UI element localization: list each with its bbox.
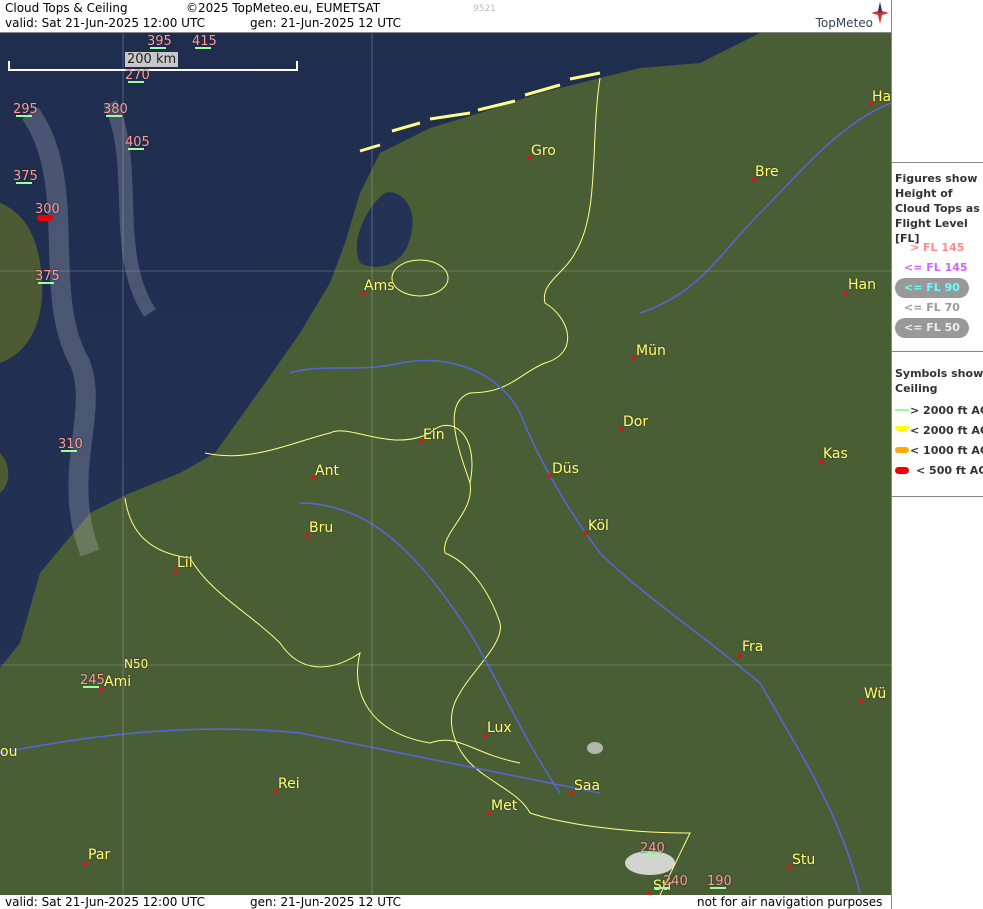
legend-ceiling-item: < 500 ft AGL (916, 464, 983, 477)
legend-tops-item: <= FL 50 (904, 321, 960, 334)
city-label[interactable]: Met (491, 798, 517, 814)
city-label[interactable]: Saa (574, 778, 600, 794)
scale-label: 200 km (125, 52, 179, 67)
city-label[interactable]: Köl (588, 518, 609, 534)
legend-tops-item: <= FL 90 (904, 281, 960, 294)
map-header: Cloud Tops & Ceiling ©2025 TopMeteo.eu, … (0, 0, 891, 33)
city-label[interactable]: ou (0, 744, 17, 760)
topmeteo-logo: TopMeteo (815, 16, 873, 30)
city-label[interactable]: Ha (872, 89, 891, 105)
city-label[interactable]: Ant (315, 463, 339, 479)
city-label[interactable]: Ein (423, 427, 445, 443)
ceiling-symbol (710, 887, 726, 889)
valid-time: valid: Sat 21-Jun-2025 12:00 UTC (5, 16, 205, 30)
ceiling-symbol (195, 47, 211, 49)
map-title: Cloud Tops & Ceiling (5, 1, 128, 15)
legend-tops-item: > FL 145 (910, 241, 965, 254)
map-background (0, 33, 891, 895)
ceiling-symbol (61, 450, 77, 452)
ceiling-symbol (83, 686, 99, 688)
generation-time: gen: 21-Jun-2025 12 UTC (250, 16, 402, 30)
ceiling-symbol (643, 854, 659, 856)
legend-tops-item: <= FL 145 (904, 261, 968, 274)
ceiling-symbol (106, 115, 122, 117)
copyright-text: ©2025 TopMeteo.eu, EUMETSAT (186, 1, 381, 15)
map-footer: valid: Sat 21-Jun-2025 12:00 UTC gen: 21… (0, 895, 891, 909)
city-label[interactable]: Gro (531, 143, 556, 159)
city-label[interactable]: Fra (742, 639, 763, 655)
city-label[interactable]: Bre (755, 164, 779, 180)
city-label[interactable]: Han (848, 277, 876, 293)
ceiling-symbol (128, 81, 144, 83)
footer-generation-time: gen: 21-Jun-2025 12 UTC (250, 895, 402, 909)
city-label[interactable]: Bru (309, 520, 333, 536)
legend-tops-title: Figures show Height of Cloud Tops as Fli… (895, 172, 980, 245)
ceiling-symbol (37, 215, 53, 221)
legend-ceiling-item: < 1000 ft AGL (910, 444, 983, 457)
ceiling-symbol (38, 282, 54, 284)
city-marker (859, 700, 863, 704)
satellite-map[interactable]: 200 km N50 Ha Gro Bre Ams Han Mün Ein Do… (0, 33, 891, 895)
legend-divider (892, 162, 983, 163)
footer-valid-time: valid: Sat 21-Jun-2025 12:00 UTC (5, 895, 205, 909)
ceiling-symbol (16, 115, 32, 117)
ceiling-swatch (895, 447, 909, 453)
city-label[interactable]: Düs (552, 461, 579, 477)
city-label[interactable]: Lil (177, 555, 193, 571)
ceiling-symbol (654, 887, 670, 889)
city-label[interactable]: Ams (364, 278, 395, 294)
city-label[interactable]: Rei (278, 776, 300, 792)
city-label[interactable]: Kas (823, 446, 848, 462)
legend-divider (892, 496, 983, 497)
legend-ceiling-title: Symbols show Ceiling (895, 367, 983, 395)
city-label[interactable]: Mün (636, 343, 666, 359)
legend-ceiling-item: > 2000 ft AGL (910, 404, 983, 417)
city-label[interactable]: Wü (864, 686, 886, 702)
ceiling-swatch (895, 409, 909, 411)
city-label[interactable]: Lux (487, 720, 512, 736)
ceiling-symbol (128, 148, 144, 150)
legend-tops-item: <= FL 70 (904, 301, 960, 314)
compass-icon (871, 2, 889, 24)
ceiling-symbol (150, 47, 166, 49)
legend-divider (892, 351, 983, 352)
map-code: 9521 (473, 4, 496, 14)
disclaimer-text: not for air navigation purposes (697, 895, 883, 909)
ceiling-swatch (895, 426, 909, 432)
ceiling-swatch (895, 467, 909, 474)
city-label[interactable]: Dor (623, 414, 648, 430)
latitude-label: N50 (124, 657, 149, 671)
city-label[interactable]: Par (88, 847, 110, 863)
legend-panel: Figures show Height of Cloud Tops as Fli… (891, 0, 983, 909)
city-label[interactable]: Ami (104, 674, 131, 690)
city-label[interactable]: Stu (792, 852, 815, 868)
legend-ceiling-item: < 2000 ft AGL (910, 424, 983, 437)
ceiling-symbol (16, 182, 32, 184)
